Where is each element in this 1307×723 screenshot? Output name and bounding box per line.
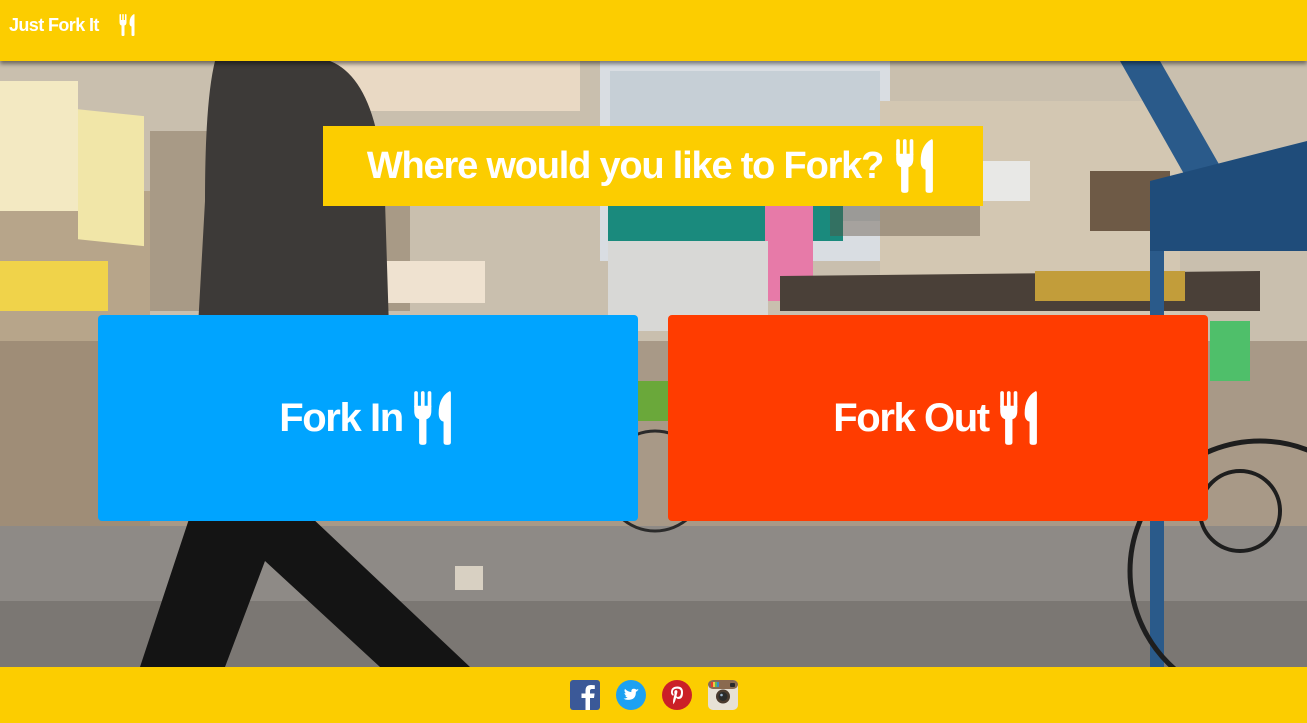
top-navbar: Just Fork It: [0, 0, 1307, 61]
footer: [0, 667, 1307, 723]
street-scene-background: Where would you like to Fork? Fork In Fo…: [0, 61, 1307, 667]
fork-in-label: Fork In: [279, 395, 404, 440]
fork-knife-icon: [895, 139, 939, 193]
instagram-icon[interactable]: [707, 680, 738, 710]
facebook-icon[interactable]: [569, 680, 600, 710]
fork-out-button[interactable]: Fork Out: [668, 315, 1208, 521]
brand-name: Just Fork It: [9, 14, 99, 35]
twitter-icon[interactable]: [615, 680, 646, 710]
question-text: Where would you like to Fork?: [366, 144, 884, 187]
fork-knife-icon: [413, 391, 457, 445]
fork-in-button[interactable]: Fork In: [98, 315, 638, 521]
fork-out-label: Fork Out: [833, 395, 990, 440]
pinterest-icon[interactable]: [661, 680, 692, 710]
fork-knife-icon: [999, 391, 1043, 445]
brand-link[interactable]: Just Fork It: [9, 13, 137, 37]
fork-knife-icon: [119, 14, 137, 36]
question-banner: Where would you like to Fork?: [323, 126, 983, 206]
